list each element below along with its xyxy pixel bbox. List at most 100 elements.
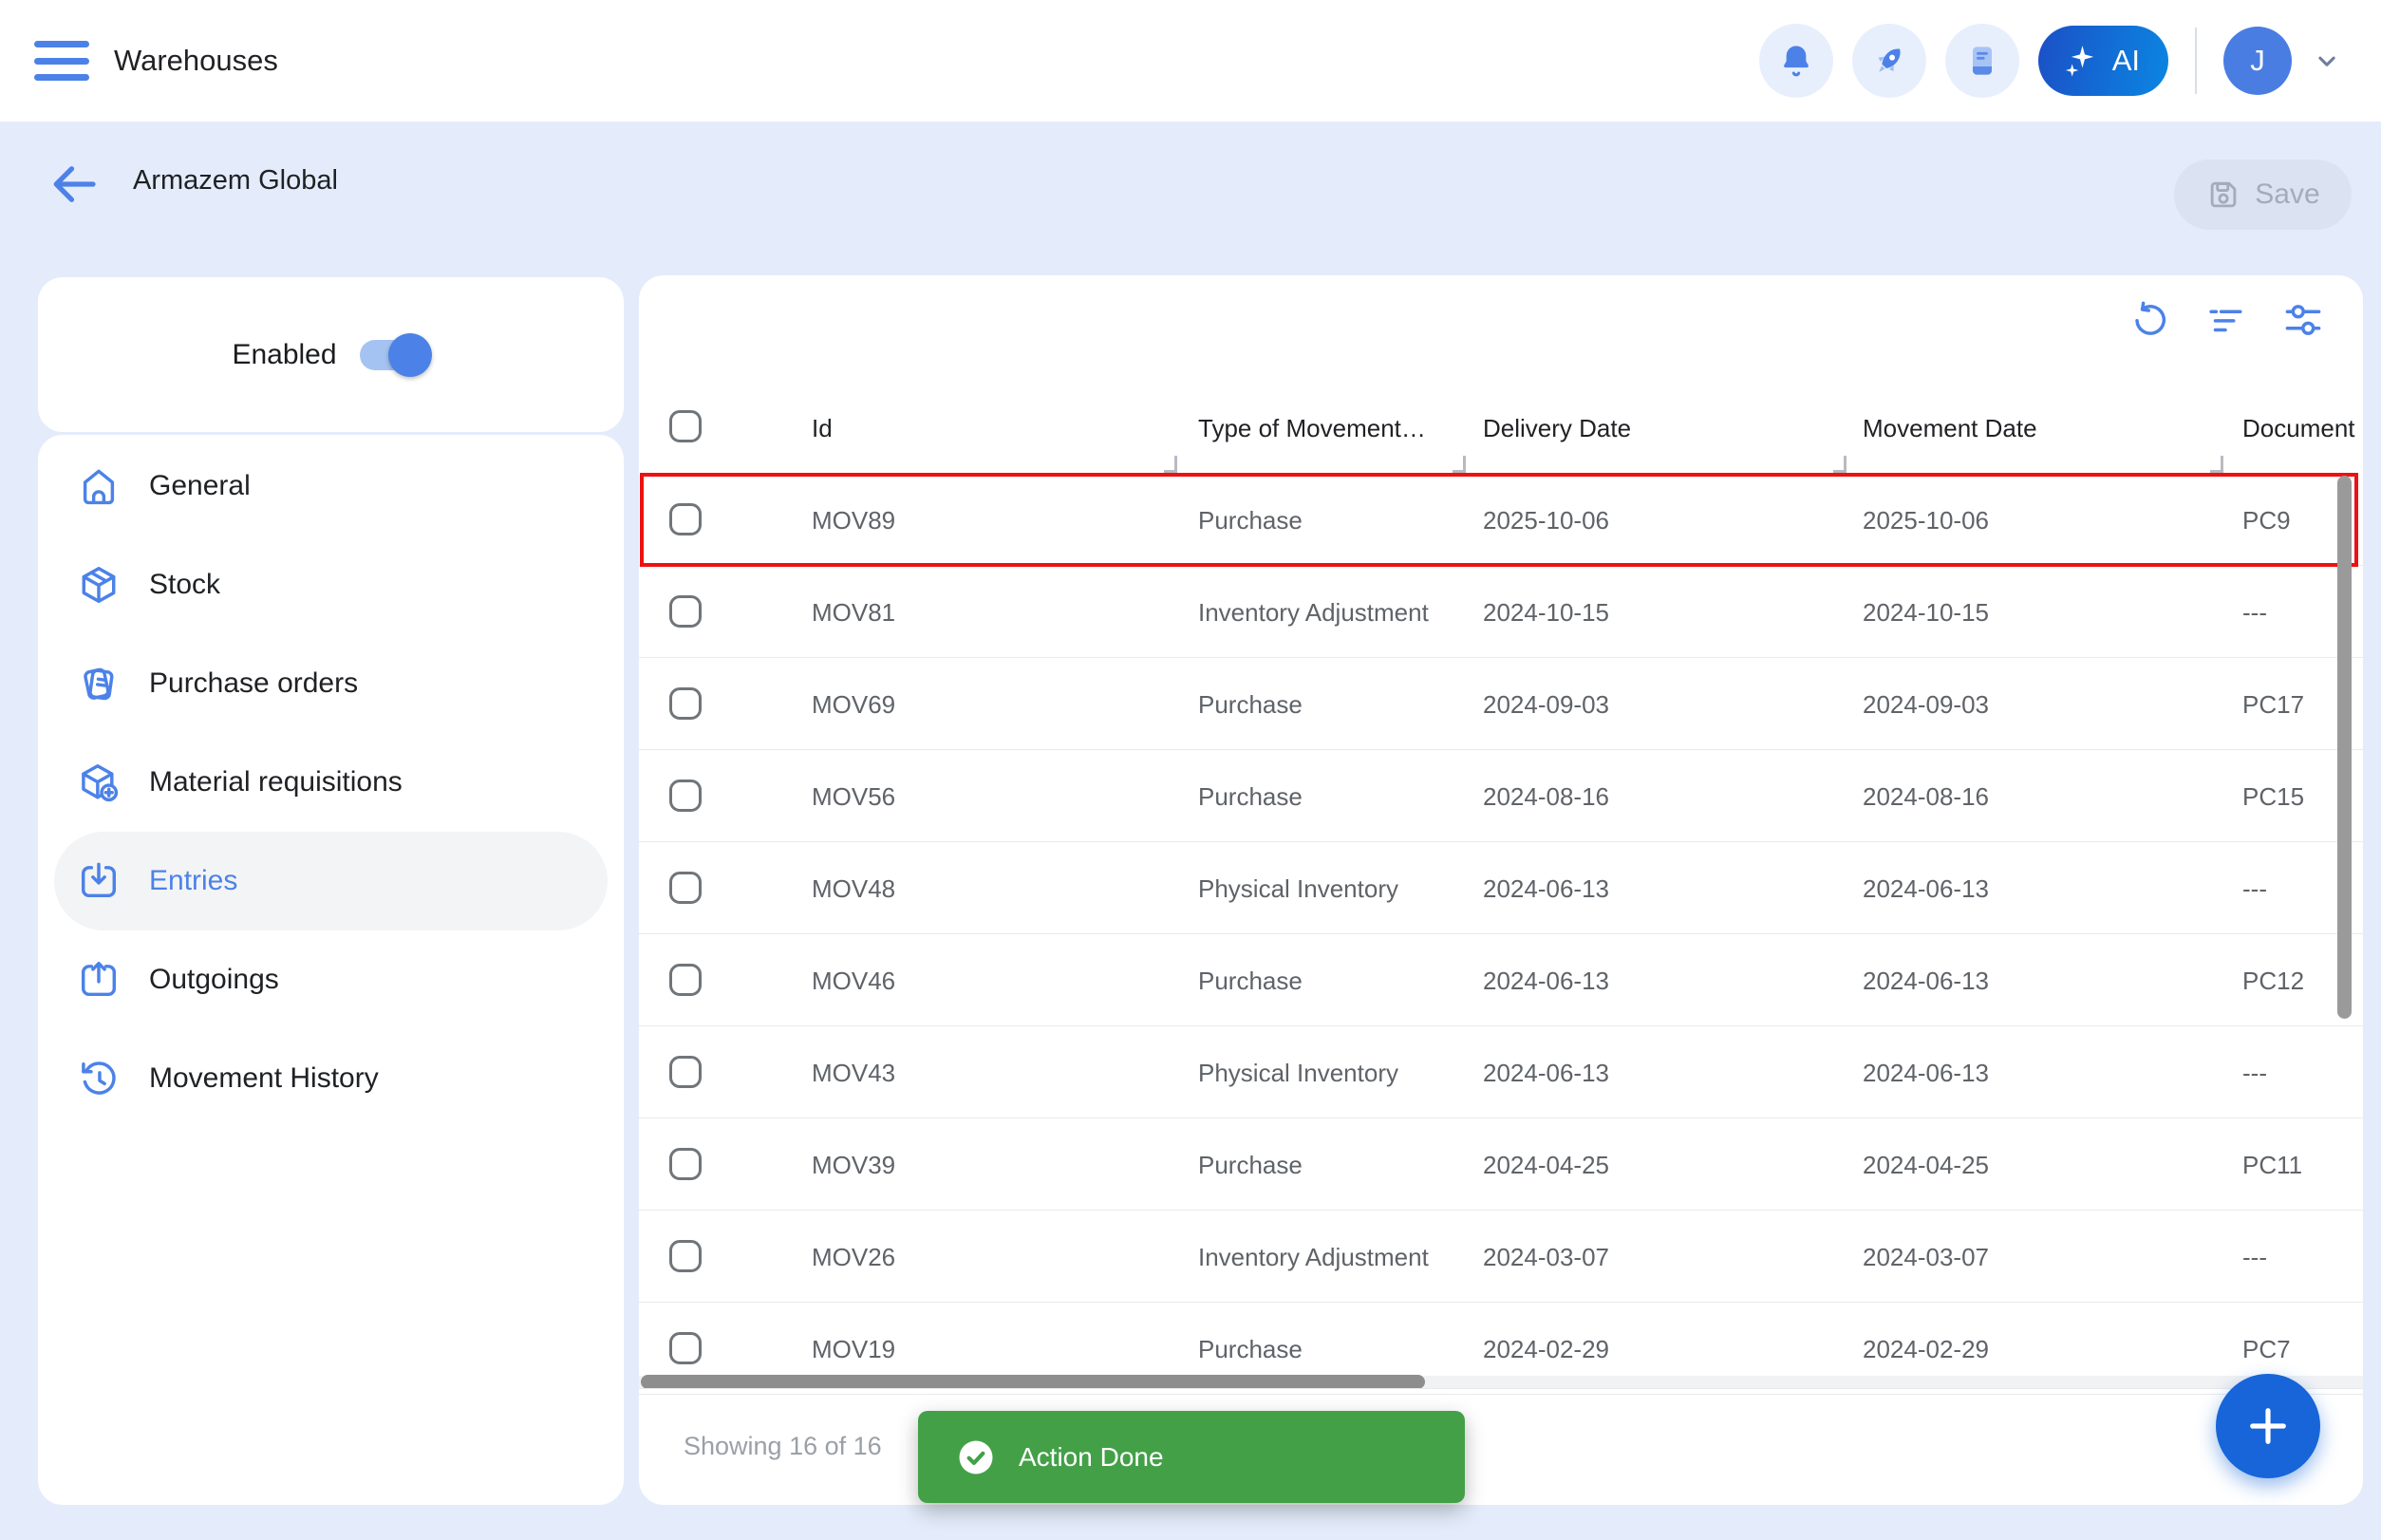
column-header-delivery-date[interactable]: Delivery Date [1483,414,1631,443]
column-header-id[interactable]: Id [812,414,833,443]
cell-type: Purchase [1198,1151,1303,1180]
rocket-icon [1869,41,1909,81]
docs-button[interactable] [1945,24,2019,98]
bell-icon [1777,42,1815,80]
cell-id: MOV19 [812,1335,895,1364]
table-row[interactable]: MOV81 Inventory Adjustment 2024-10-15 20… [639,566,2363,658]
cell-movement-date: 2024-04-25 [1863,1151,1989,1180]
row-checkbox[interactable] [669,503,702,535]
header-actions: AI J [1759,0,2343,122]
filter-button[interactable] [2205,300,2245,340]
table-row[interactable]: MOV39 Purchase 2024-04-25 2024-04-25 PC1… [639,1118,2363,1211]
cell-delivery-date: 2024-03-07 [1483,1243,1609,1272]
table-row[interactable]: MOV69 Purchase 2024-09-03 2024-09-03 PC1… [639,658,2363,750]
cell-delivery-date: 2024-06-13 [1483,967,1609,996]
cell-movement-date: 2024-03-07 [1863,1243,1989,1272]
column-settings-button[interactable] [2283,300,2323,340]
table-row[interactable]: MOV89 Purchase 2025-10-06 2025-10-06 PC9 [639,474,2363,566]
box-plus-icon [77,761,121,804]
cell-document: --- [2242,1243,2356,1272]
toast-message: Action Done [1019,1442,1164,1473]
sidebar-item-material-requisitions[interactable]: Material requisitions [54,733,608,832]
row-checkbox[interactable] [669,1148,702,1180]
cell-type: Purchase [1198,690,1303,720]
select-all-checkbox[interactable] [669,410,702,442]
cell-type: Purchase [1198,506,1303,535]
sidebar-item-movement-history[interactable]: Movement History [54,1029,608,1128]
row-checkbox[interactable] [669,595,702,628]
toggle-knob [388,333,432,377]
cell-type: Purchase [1198,967,1303,996]
success-toast: Action Done [918,1411,1465,1503]
sidebar-item-general[interactable]: General [54,437,608,535]
table-row[interactable]: MOV56 Purchase 2024-08-16 2024-08-16 PC1… [639,750,2363,842]
column-resize-handle[interactable] [1833,456,1847,473]
back-arrow-button[interactable] [46,156,103,213]
cell-movement-date: 2024-08-16 [1863,782,1989,812]
header-divider [2195,28,2197,94]
row-checkbox[interactable] [669,1240,702,1272]
cell-delivery-date: 2024-04-25 [1483,1151,1609,1180]
breadcrumb-title: Armazem Global [133,165,338,197]
cell-delivery-date: 2024-06-13 [1483,874,1609,904]
sidebar-item-entries[interactable]: Entries [54,832,608,930]
table-row[interactable]: MOV26 Inventory Adjustment 2024-03-07 20… [639,1211,2363,1303]
sidebar-item-stock[interactable]: Stock [54,535,608,634]
cell-delivery-date: 2024-02-29 [1483,1335,1609,1364]
cell-delivery-date: 2025-10-06 [1483,506,1609,535]
chevron-down-icon[interactable] [2311,45,2343,77]
cell-movement-date: 2025-10-06 [1863,506,1989,535]
hamburger-menu-icon[interactable] [34,41,89,81]
whats-new-button[interactable] [1852,24,1926,98]
cell-type: Inventory Adjustment [1198,598,1429,628]
column-header-movement-date[interactable]: Movement Date [1863,414,2037,443]
cell-type: Inventory Adjustment [1198,1243,1429,1272]
enabled-toggle[interactable] [360,340,430,370]
vertical-scrollbar[interactable] [2337,476,2352,1019]
sidebar-item-purchase-orders[interactable]: Purchase orders [54,634,608,733]
column-resize-handle[interactable] [1164,456,1177,473]
row-checkbox[interactable] [669,779,702,812]
sidebar-nav: General Stock Purchase orders Material r… [38,435,624,1505]
floppy-icon [2205,177,2241,213]
column-resize-handle[interactable] [1453,456,1466,473]
app-header: Warehouses [0,0,2381,122]
table-row[interactable]: MOV46 Purchase 2024-06-13 2024-06-13 PC1… [639,934,2363,1026]
table-header-row: Id Type of Movement… Delivery Date Movement… [639,387,2363,473]
ai-label: AI [2112,44,2140,78]
cell-document: PC7 [2242,1335,2356,1364]
cell-type: Purchase [1198,1335,1303,1364]
home-icon [77,464,121,508]
row-checkbox[interactable] [669,964,702,996]
cell-delivery-date: 2024-08-16 [1483,782,1609,812]
sidebar-item-outgoings[interactable]: Outgoings [54,930,608,1029]
table-row[interactable]: MOV43 Physical Inventory 2024-06-13 2024… [639,1026,2363,1118]
cell-movement-date: 2024-02-29 [1863,1335,1989,1364]
row-checkbox[interactable] [669,872,702,904]
app-window: Warehouses [0,0,2381,1540]
cell-id: MOV69 [812,690,895,720]
cell-delivery-date: 2024-06-13 [1483,1059,1609,1088]
column-header-type-of-movement[interactable]: Type of Movement… [1198,414,1426,443]
cell-id: MOV81 [812,598,895,628]
row-checkbox[interactable] [669,1056,702,1088]
ai-assistant-button[interactable]: AI [2038,26,2168,96]
table-row[interactable]: MOV48 Physical Inventory 2024-06-13 2024… [639,842,2363,934]
user-avatar[interactable]: J [2223,27,2292,95]
download-icon [77,859,121,903]
column-header-document[interactable]: Document [2242,414,2356,443]
cell-document: PC11 [2242,1151,2356,1180]
cell-type: Physical Inventory [1198,874,1398,904]
horizontal-scrollbar[interactable] [641,1375,1425,1389]
refresh-button[interactable] [2130,300,2170,340]
row-checkbox[interactable] [669,1332,702,1364]
column-resize-handle[interactable] [2210,456,2223,473]
add-entry-fab[interactable] [2216,1374,2320,1478]
save-button[interactable]: Save [2174,160,2352,230]
cell-id: MOV48 [812,874,895,904]
movements-table-card: Id Type of Movement… Delivery Date Movement… [639,275,2363,1505]
row-checkbox[interactable] [669,687,702,720]
check-circle-icon [956,1437,996,1477]
sidebar-item-label: Movement History [149,1062,379,1095]
notifications-button[interactable] [1759,24,1833,98]
